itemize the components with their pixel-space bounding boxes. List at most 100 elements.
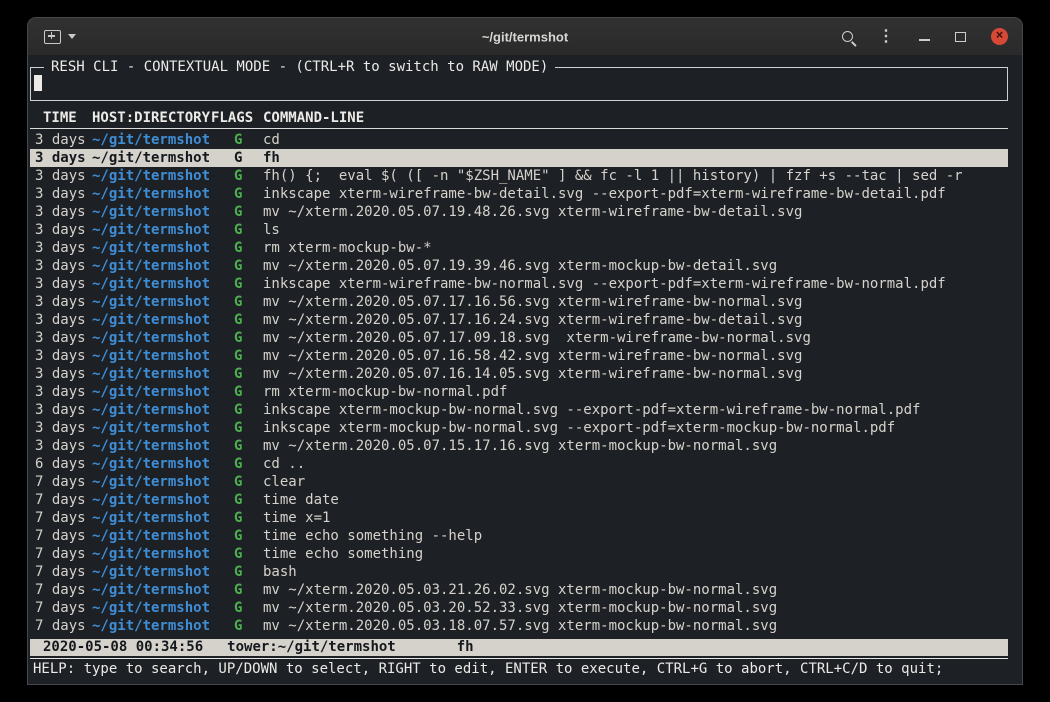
row-host-directory: ~/git/termshot	[92, 311, 234, 329]
row-host-directory: ~/git/termshot	[92, 491, 234, 509]
row-flags: G	[234, 185, 263, 203]
table-row[interactable]: 3 days~/git/termshotGmv ~/xterm.2020.05.…	[30, 347, 1008, 365]
history-rows: 3 days~/git/termshotGcd3 days~/git/terms…	[30, 131, 1008, 635]
terminal-screen[interactable]: RESH CLI - CONTEXTUAL MODE - (CTRL+R to …	[28, 55, 1022, 684]
table-row[interactable]: 7 days~/git/termshotGtime date	[30, 491, 1008, 509]
table-row[interactable]: 7 days~/git/termshotGtime echo something	[30, 545, 1008, 563]
row-host-directory: ~/git/termshot	[92, 437, 234, 455]
row-flags: G	[234, 239, 263, 257]
table-row[interactable]: 3 days~/git/termshotGrm xterm-mockup-bw-…	[30, 239, 1008, 257]
row-flags: G	[234, 509, 263, 527]
row-command: inkscape xterm-mockup-bw-normal.svg --ex…	[263, 401, 1008, 419]
row-host-directory: ~/git/termshot	[92, 419, 234, 437]
table-row[interactable]: 7 days~/git/termshotGmv ~/xterm.2020.05.…	[30, 599, 1008, 617]
table-row[interactable]: 7 days~/git/termshotGmv ~/xterm.2020.05.…	[30, 581, 1008, 599]
table-row[interactable]: 7 days~/git/termshotGtime x=1	[30, 509, 1008, 527]
table-row[interactable]: 3 days~/git/termshotGinkscape xterm-mock…	[30, 419, 1008, 437]
table-row[interactable]: 3 days~/git/termshotGmv ~/xterm.2020.05.…	[30, 311, 1008, 329]
table-row[interactable]: 3 days~/git/termshotGcd	[30, 131, 1008, 149]
table-row[interactable]: 3 days~/git/termshotGmv ~/xterm.2020.05.…	[30, 365, 1008, 383]
row-time: 7 days	[35, 527, 92, 545]
row-command: inkscape xterm-wireframe-bw-normal.svg -…	[263, 275, 1008, 293]
row-host-directory: ~/git/termshot	[92, 365, 234, 383]
status-datetime: 2020-05-08 00:34:56	[43, 639, 203, 656]
table-row[interactable]: 3 days~/git/termshotGmv ~/xterm.2020.05.…	[30, 293, 1008, 311]
row-command: inkscape xterm-wireframe-bw-detail.svg -…	[263, 185, 1008, 203]
row-time: 3 days	[35, 365, 92, 383]
row-flags: G	[234, 437, 263, 455]
row-time: 3 days	[35, 185, 92, 203]
row-command: mv ~/xterm.2020.05.03.18.07.57.svg xterm…	[263, 617, 1008, 635]
table-row[interactable]: 3 days~/git/termshotGinkscape xterm-wire…	[30, 275, 1008, 293]
table-row[interactable]: 7 days~/git/termshotGclear	[30, 473, 1008, 491]
table-row[interactable]: 6 days~/git/termshotGcd ..	[30, 455, 1008, 473]
row-flags: G	[234, 221, 263, 239]
row-flags: G	[234, 617, 263, 635]
row-host-directory: ~/git/termshot	[92, 473, 234, 491]
row-host-directory: ~/git/termshot	[92, 509, 234, 527]
minimize-button[interactable]	[919, 39, 930, 41]
row-host-directory: ~/git/termshot	[92, 293, 234, 311]
row-flags: G	[234, 131, 263, 149]
table-row[interactable]: 3 days~/git/termshotGinkscape xterm-wire…	[30, 185, 1008, 203]
menu-kebab-icon[interactable]: ⋮	[878, 29, 894, 45]
row-flags: G	[234, 293, 263, 311]
row-host-directory: ~/git/termshot	[92, 239, 234, 257]
row-flags: G	[234, 527, 263, 545]
table-row[interactable]: 7 days~/git/termshotGbash	[30, 563, 1008, 581]
row-flags: G	[234, 329, 263, 347]
row-command: time echo something	[263, 545, 1008, 563]
table-row[interactable]: 3 days~/git/termshotGinkscape xterm-mock…	[30, 401, 1008, 419]
row-command: mv ~/xterm.2020.05.03.21.26.02.svg xterm…	[263, 581, 1008, 599]
row-command: ls	[263, 221, 1008, 239]
row-flags: G	[234, 257, 263, 275]
table-row[interactable]: 3 days~/git/termshotGmv ~/xterm.2020.05.…	[30, 329, 1008, 347]
row-flags: G	[234, 401, 263, 419]
row-time: 7 days	[35, 617, 92, 635]
table-row[interactable]: 3 days~/git/termshotGls	[30, 221, 1008, 239]
row-host-directory: ~/git/termshot	[92, 257, 234, 275]
row-command: mv ~/xterm.2020.05.07.16.14.05.svg xterm…	[263, 365, 1008, 383]
row-time: 3 days	[35, 167, 92, 185]
row-command: fh	[263, 149, 1008, 167]
row-time: 3 days	[35, 275, 92, 293]
row-host-directory: ~/git/termshot	[92, 383, 234, 401]
row-flags: G	[234, 455, 263, 473]
header-flags: FLAGS	[211, 109, 263, 128]
row-command: cd	[263, 131, 1008, 149]
table-row[interactable]: 3 days~/git/termshotGrm xterm-mockup-bw-…	[30, 383, 1008, 401]
resh-search-box[interactable]: RESH CLI - CONTEXTUAL MODE - (CTRL+R to …	[30, 67, 1008, 101]
row-flags: G	[234, 599, 263, 617]
row-time: 7 days	[35, 599, 92, 617]
row-host-directory: ~/git/termshot	[92, 203, 234, 221]
table-row[interactable]: 3 days~/git/termshotGfh	[30, 149, 1008, 167]
table-row[interactable]: 3 days~/git/termshotGmv ~/xterm.2020.05.…	[30, 257, 1008, 275]
table-row[interactable]: 7 days~/git/termshotGtime echo something…	[30, 527, 1008, 545]
search-icon[interactable]	[842, 31, 853, 42]
close-button[interactable]: ×	[991, 28, 1008, 45]
row-host-directory: ~/git/termshot	[92, 455, 234, 473]
row-command: mv ~/xterm.2020.05.03.20.52.33.svg xterm…	[263, 599, 1008, 617]
restore-button[interactable]	[955, 32, 966, 42]
row-time: 3 days	[35, 239, 92, 257]
help-line: HELP: type to search, UP/DOWN to select,…	[30, 660, 1008, 678]
table-row[interactable]: 3 days~/git/termshotGmv ~/xterm.2020.05.…	[30, 203, 1008, 221]
text-cursor	[34, 75, 42, 91]
status-bar: 2020-05-08 00:34:56 tower:~/git/termshot…	[30, 639, 1008, 656]
chevron-down-icon[interactable]	[68, 34, 76, 39]
new-tab-button[interactable]	[44, 18, 76, 55]
row-command: mv ~/xterm.2020.05.07.15.17.16.svg xterm…	[263, 437, 1008, 455]
table-row[interactable]: 7 days~/git/termshotGmv ~/xterm.2020.05.…	[30, 617, 1008, 635]
row-time: 3 days	[35, 311, 92, 329]
row-flags: G	[234, 149, 263, 167]
row-command: rm xterm-mockup-bw-normal.pdf	[263, 383, 1008, 401]
table-row[interactable]: 3 days~/git/termshotGfh() {; eval $( ([ …	[30, 167, 1008, 185]
row-host-directory: ~/git/termshot	[92, 131, 234, 149]
row-time: 7 days	[35, 581, 92, 599]
terminal-window: ~/git/termshot ⋮ × RESH CLI - CONTEXTUAL…	[28, 18, 1022, 684]
row-command: clear	[263, 473, 1008, 491]
row-host-directory: ~/git/termshot	[92, 563, 234, 581]
row-host-directory: ~/git/termshot	[92, 545, 234, 563]
table-row[interactable]: 3 days~/git/termshotGmv ~/xterm.2020.05.…	[30, 437, 1008, 455]
help-separator	[30, 658, 1008, 659]
